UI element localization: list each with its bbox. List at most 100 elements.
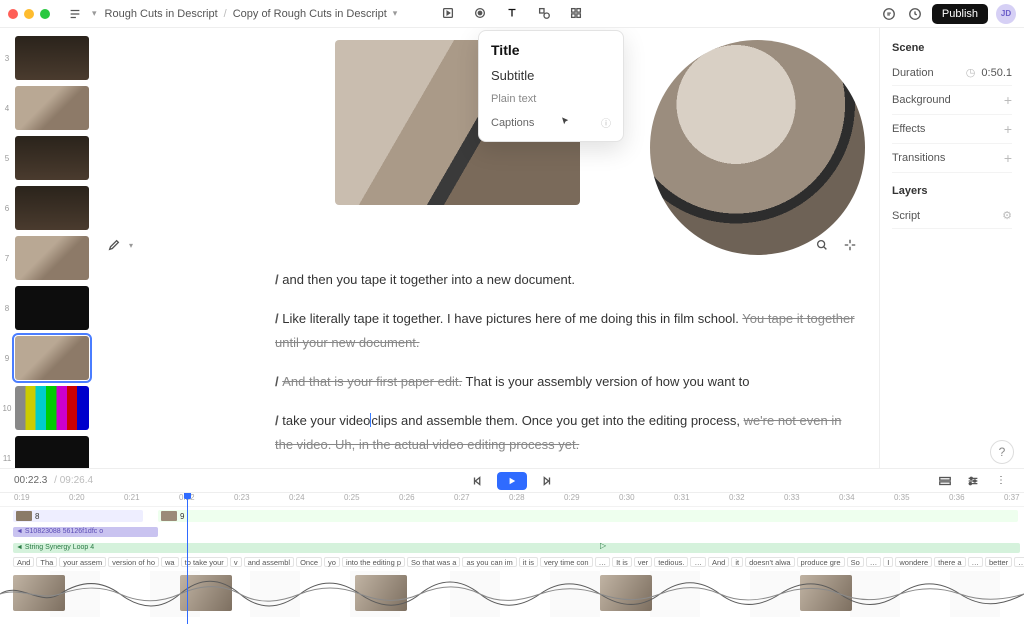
audio-clip[interactable]: ◄ String Synergy Loop 4 bbox=[13, 543, 1020, 553]
gear-icon[interactable]: ⚙ bbox=[1002, 209, 1012, 222]
media-icon[interactable] bbox=[439, 4, 457, 22]
templates-icon[interactable] bbox=[567, 4, 585, 22]
chevron-down-icon[interactable]: ▾ bbox=[393, 8, 398, 19]
script-paragraph[interactable]: / Like literally tape it together. I hav… bbox=[275, 307, 859, 356]
more-icon[interactable]: ⋮ bbox=[992, 472, 1010, 490]
timeline[interactable]: 0:190:200:210:220:230:240:250:260:270:28… bbox=[0, 492, 1024, 624]
camera-overlay[interactable] bbox=[650, 40, 865, 255]
image-clip[interactable]: ◄ S10823088 56126f1dfc o bbox=[13, 527, 158, 537]
record-icon[interactable] bbox=[471, 4, 489, 22]
word-token[interactable]: And bbox=[708, 557, 729, 567]
pencil-icon[interactable] bbox=[105, 236, 123, 254]
word-token[interactable]: wondere bbox=[895, 557, 932, 567]
settings-sliders-icon[interactable] bbox=[964, 472, 982, 490]
word-token[interactable]: it bbox=[731, 557, 743, 567]
word-token[interactable]: tedious. bbox=[654, 557, 688, 567]
minimize-window[interactable] bbox=[24, 9, 34, 19]
comment-icon[interactable] bbox=[880, 5, 898, 23]
play-button[interactable] bbox=[497, 472, 527, 490]
word-token[interactable]: So that was a bbox=[407, 557, 460, 567]
word-token[interactable]: It is bbox=[612, 557, 632, 567]
chevron-down-icon[interactable]: ▾ bbox=[129, 241, 133, 250]
word-token[interactable]: produce gre bbox=[797, 557, 845, 567]
breadcrumb-doc[interactable]: Copy of Rough Cuts in Descript bbox=[233, 8, 387, 20]
word-token[interactable]: And bbox=[13, 557, 34, 567]
scene-thumb[interactable]: 5 bbox=[2, 136, 89, 180]
breadcrumb-project[interactable]: Rough Cuts in Descript bbox=[105, 8, 218, 20]
timeline-ruler[interactable]: 0:190:200:210:220:230:240:250:260:270:28… bbox=[0, 493, 1024, 507]
waveform-track[interactable] bbox=[0, 571, 1024, 617]
sidebar-toggle-icon[interactable] bbox=[66, 5, 84, 23]
word-token[interactable]: and assembl bbox=[244, 557, 295, 567]
word-token[interactable]: … bbox=[595, 557, 611, 567]
panel-background[interactable]: Background + bbox=[892, 86, 1012, 115]
menu-item-subtitle[interactable]: Subtitle bbox=[479, 63, 623, 88]
video-track[interactable]: 8 9 bbox=[0, 509, 1024, 523]
word-token[interactable]: better bbox=[985, 557, 1012, 567]
audio-track[interactable]: ◄ String Synergy Loop 4 ▷ bbox=[0, 541, 1024, 555]
chevron-down-icon[interactable]: ▾ bbox=[92, 8, 97, 19]
panel-transitions[interactable]: Transitions + bbox=[892, 144, 1012, 173]
word-token[interactable]: it is bbox=[519, 557, 538, 567]
menu-item-title[interactable]: Title bbox=[479, 37, 623, 63]
word-token[interactable]: … bbox=[1014, 557, 1024, 567]
zoom-window[interactable] bbox=[40, 9, 50, 19]
word-token[interactable]: doesn't alwa bbox=[745, 557, 794, 567]
scene-thumb[interactable]: 8 bbox=[2, 286, 89, 330]
publish-button[interactable]: Publish bbox=[932, 4, 988, 24]
plus-icon[interactable]: + bbox=[1004, 92, 1012, 108]
word-token[interactable]: wa bbox=[161, 557, 179, 567]
text-tool-icon[interactable] bbox=[503, 4, 521, 22]
panel-effects[interactable]: Effects + bbox=[892, 115, 1012, 144]
skip-forward-icon[interactable] bbox=[537, 472, 555, 490]
panel-script-row[interactable]: Script ⚙ bbox=[892, 203, 1012, 229]
scene-thumb[interactable]: 9 bbox=[2, 336, 89, 380]
avatar[interactable]: JD bbox=[996, 4, 1016, 24]
script-paragraph[interactable]: / and then you tape it together into a n… bbox=[275, 268, 859, 293]
word-token[interactable]: … bbox=[690, 557, 706, 567]
menu-item-captions[interactable]: Captions ⓘ bbox=[479, 110, 623, 135]
menu-item-plain-text[interactable]: Plain text bbox=[479, 88, 623, 110]
close-window[interactable] bbox=[8, 9, 18, 19]
word-track[interactable]: AndThayour assemversion of howato take y… bbox=[0, 555, 1024, 569]
main-area: 3 4 5 6 7 8 9 10 11 Title Subtitle Plain text Ca… bbox=[0, 28, 1024, 468]
search-icon[interactable] bbox=[813, 236, 831, 254]
word-token[interactable]: Tha bbox=[36, 557, 57, 567]
word-token[interactable]: v bbox=[230, 557, 242, 567]
word-token[interactable]: So bbox=[847, 557, 864, 567]
word-token[interactable]: version of ho bbox=[108, 557, 159, 567]
shapes-icon[interactable] bbox=[535, 4, 553, 22]
scene-thumb[interactable]: 11 bbox=[2, 436, 89, 468]
help-button[interactable]: ? bbox=[990, 440, 1014, 464]
image-track[interactable]: ◄ S10823088 56126f1dfc o bbox=[0, 525, 1024, 539]
clip-9[interactable]: 9 bbox=[158, 510, 1018, 522]
scene-thumb[interactable]: 3 bbox=[2, 36, 89, 80]
word-token[interactable]: Once bbox=[296, 557, 322, 567]
script-paragraph[interactable]: / And that is your first paper edit. Tha… bbox=[275, 370, 859, 395]
playhead[interactable] bbox=[187, 493, 188, 624]
word-token[interactable]: … bbox=[866, 557, 882, 567]
word-token[interactable]: I bbox=[883, 557, 893, 567]
script-text[interactable]: / and then you tape it together into a n… bbox=[275, 268, 859, 468]
word-token[interactable]: as you can im bbox=[462, 557, 516, 567]
skip-back-icon[interactable] bbox=[469, 472, 487, 490]
clip-8[interactable]: 8 bbox=[13, 510, 143, 522]
sparkle-icon[interactable] bbox=[841, 236, 859, 254]
word-token[interactable]: very time con bbox=[540, 557, 593, 567]
plus-icon[interactable]: + bbox=[1004, 150, 1012, 166]
timeline-view-icon[interactable] bbox=[936, 472, 954, 490]
plus-icon[interactable]: + bbox=[1004, 121, 1012, 137]
word-token[interactable]: yo bbox=[324, 557, 340, 567]
time-total: / 09:26.4 bbox=[51, 475, 93, 486]
script-paragraph[interactable]: / take your videoclips and assemble them… bbox=[275, 409, 859, 458]
word-token[interactable]: … bbox=[968, 557, 984, 567]
scene-thumb[interactable]: 10 bbox=[2, 386, 89, 430]
scene-thumb[interactable]: 7 bbox=[2, 236, 89, 280]
word-token[interactable]: there a bbox=[934, 557, 965, 567]
scene-thumb[interactable]: 4 bbox=[2, 86, 89, 130]
word-token[interactable]: ver bbox=[634, 557, 652, 567]
scene-thumb[interactable]: 6 bbox=[2, 186, 89, 230]
word-token[interactable]: into the editing p bbox=[342, 557, 405, 567]
history-icon[interactable] bbox=[906, 5, 924, 23]
word-token[interactable]: your assem bbox=[59, 557, 106, 567]
